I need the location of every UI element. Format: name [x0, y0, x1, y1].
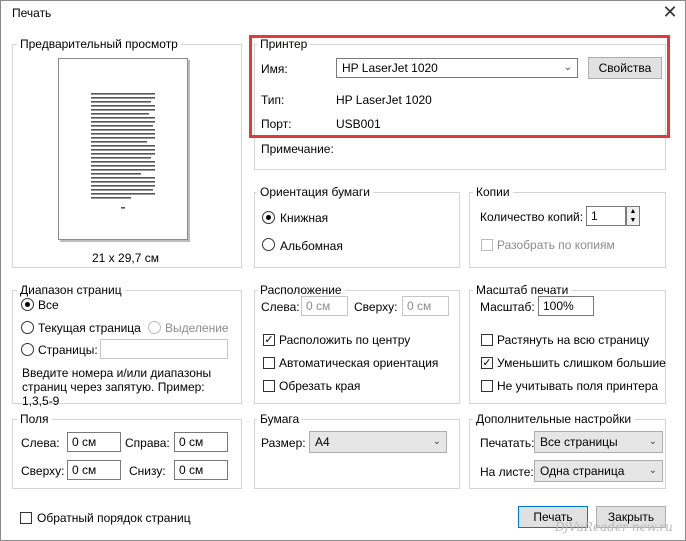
margin-left-label: Слева: [21, 436, 60, 450]
range-selection-label: Выделение [165, 321, 229, 335]
copies-group-label: Копии [473, 185, 513, 199]
position-left-input[interactable]: 0 см [301, 296, 348, 316]
portrait-label: Книжная [280, 211, 329, 225]
margin-bottom-label: Снизу: [129, 464, 166, 478]
position-group-label: Расположение [257, 283, 345, 297]
paper-size-field-label: Размер: [261, 436, 306, 450]
range-hint: Введите номера и/или диапазоны страниц ч… [22, 366, 212, 408]
paper-size-select[interactable]: A4 ⌄ [309, 431, 447, 453]
margin-top-label: Сверху: [21, 464, 65, 478]
copies-group [469, 192, 666, 268]
margin-right-label: Справа: [125, 436, 170, 450]
collate-checkbox[interactable] [481, 239, 493, 251]
fit-label: Растянуть на всю страницу [497, 333, 650, 347]
margin-left-input[interactable]: 0 см [67, 432, 121, 452]
landscape-radio[interactable] [262, 238, 275, 251]
collate-label: Разобрать по копиям [497, 238, 615, 252]
range-pages-radio[interactable] [21, 343, 34, 356]
range-selection-radio[interactable] [148, 321, 161, 334]
auto-orient-label: Автоматическая ориентация [279, 356, 439, 370]
page-preview [58, 58, 188, 240]
position-top-input[interactable]: 0 см [402, 296, 449, 316]
scale-label: Масштаб: [480, 300, 535, 314]
print-range-label: Печатать: [480, 436, 535, 450]
center-label: Расположить по центру [279, 333, 411, 347]
print-range-select[interactable]: Все страницы ⌄ [534, 431, 663, 453]
scale-group-label: Масштаб печати [473, 283, 572, 297]
margin-top-input[interactable]: 0 см [67, 460, 121, 480]
ignore-margins-label: Не учитывать поля принтера [497, 379, 659, 393]
crop-label: Обрезать края [279, 379, 361, 393]
crop-checkbox[interactable] [263, 380, 275, 392]
landscape-label: Альбомная [280, 239, 343, 253]
copies-count-label: Количество копий: [480, 210, 584, 224]
print-range-value: Все страницы [540, 435, 618, 449]
printer-note-label: Примечание: [261, 142, 334, 156]
range-current-label: Текущая страница [38, 321, 141, 335]
paper-size-label: 21 x 29,7 см [92, 251, 159, 265]
auto-orient-checkbox[interactable] [263, 357, 275, 369]
scale-input[interactable]: 100% [538, 296, 594, 316]
window-title: Печать [12, 6, 52, 20]
highlight-frame [249, 35, 670, 138]
fit-checkbox[interactable] [481, 334, 493, 346]
per-sheet-label: На листе: [480, 465, 534, 479]
range-current-radio[interactable] [21, 321, 34, 334]
range-pages-input[interactable] [100, 339, 228, 359]
per-sheet-select[interactable]: Одна страница ⌄ [534, 460, 663, 482]
copies-spinner[interactable]: ▲ ▼ [626, 206, 640, 226]
page-preview-text [91, 93, 155, 209]
shrink-label: Уменьшить слишком большие [497, 356, 666, 370]
position-left-label: Слева: [261, 300, 300, 314]
per-sheet-value: Одна страница [540, 464, 625, 478]
paper-group [254, 419, 460, 489]
copies-count-input[interactable]: 1 [586, 206, 626, 226]
margins-group-label: Поля [17, 412, 52, 426]
position-top-label: Сверху: [354, 300, 398, 314]
paper-size-value: A4 [315, 435, 330, 449]
close-icon[interactable]: ✕ [659, 2, 681, 22]
chevron-down-icon: ⌄ [648, 436, 657, 447]
advanced-group-label: Дополнительные настройки [473, 412, 635, 426]
range-all-label: Все [38, 298, 59, 312]
chevron-down-icon: ⌄ [432, 436, 441, 447]
reverse-order-label: Обратный порядок страниц [37, 511, 191, 525]
range-group-label: Диапазон страниц [17, 283, 125, 297]
orientation-group-label: Ориентация бумаги [257, 185, 373, 199]
center-checkbox[interactable]: ✓ [263, 334, 275, 346]
ignore-margins-checkbox[interactable] [481, 380, 493, 392]
preview-group-label: Предварительный просмотр [17, 37, 181, 51]
portrait-radio[interactable] [262, 211, 275, 224]
paper-group-label: Бумага [257, 412, 303, 426]
chevron-down-icon: ⌄ [648, 465, 657, 476]
margin-bottom-input[interactable]: 0 см [174, 460, 228, 480]
range-pages-label: Страницы: [38, 343, 98, 357]
shrink-checkbox[interactable]: ✓ [481, 357, 493, 369]
orientation-group [254, 192, 460, 268]
reverse-order-checkbox[interactable] [20, 512, 32, 524]
range-all-radio[interactable] [21, 298, 34, 311]
watermark: DjVuReader-new.ru [555, 520, 673, 534]
margin-right-input[interactable]: 0 см [174, 432, 228, 452]
